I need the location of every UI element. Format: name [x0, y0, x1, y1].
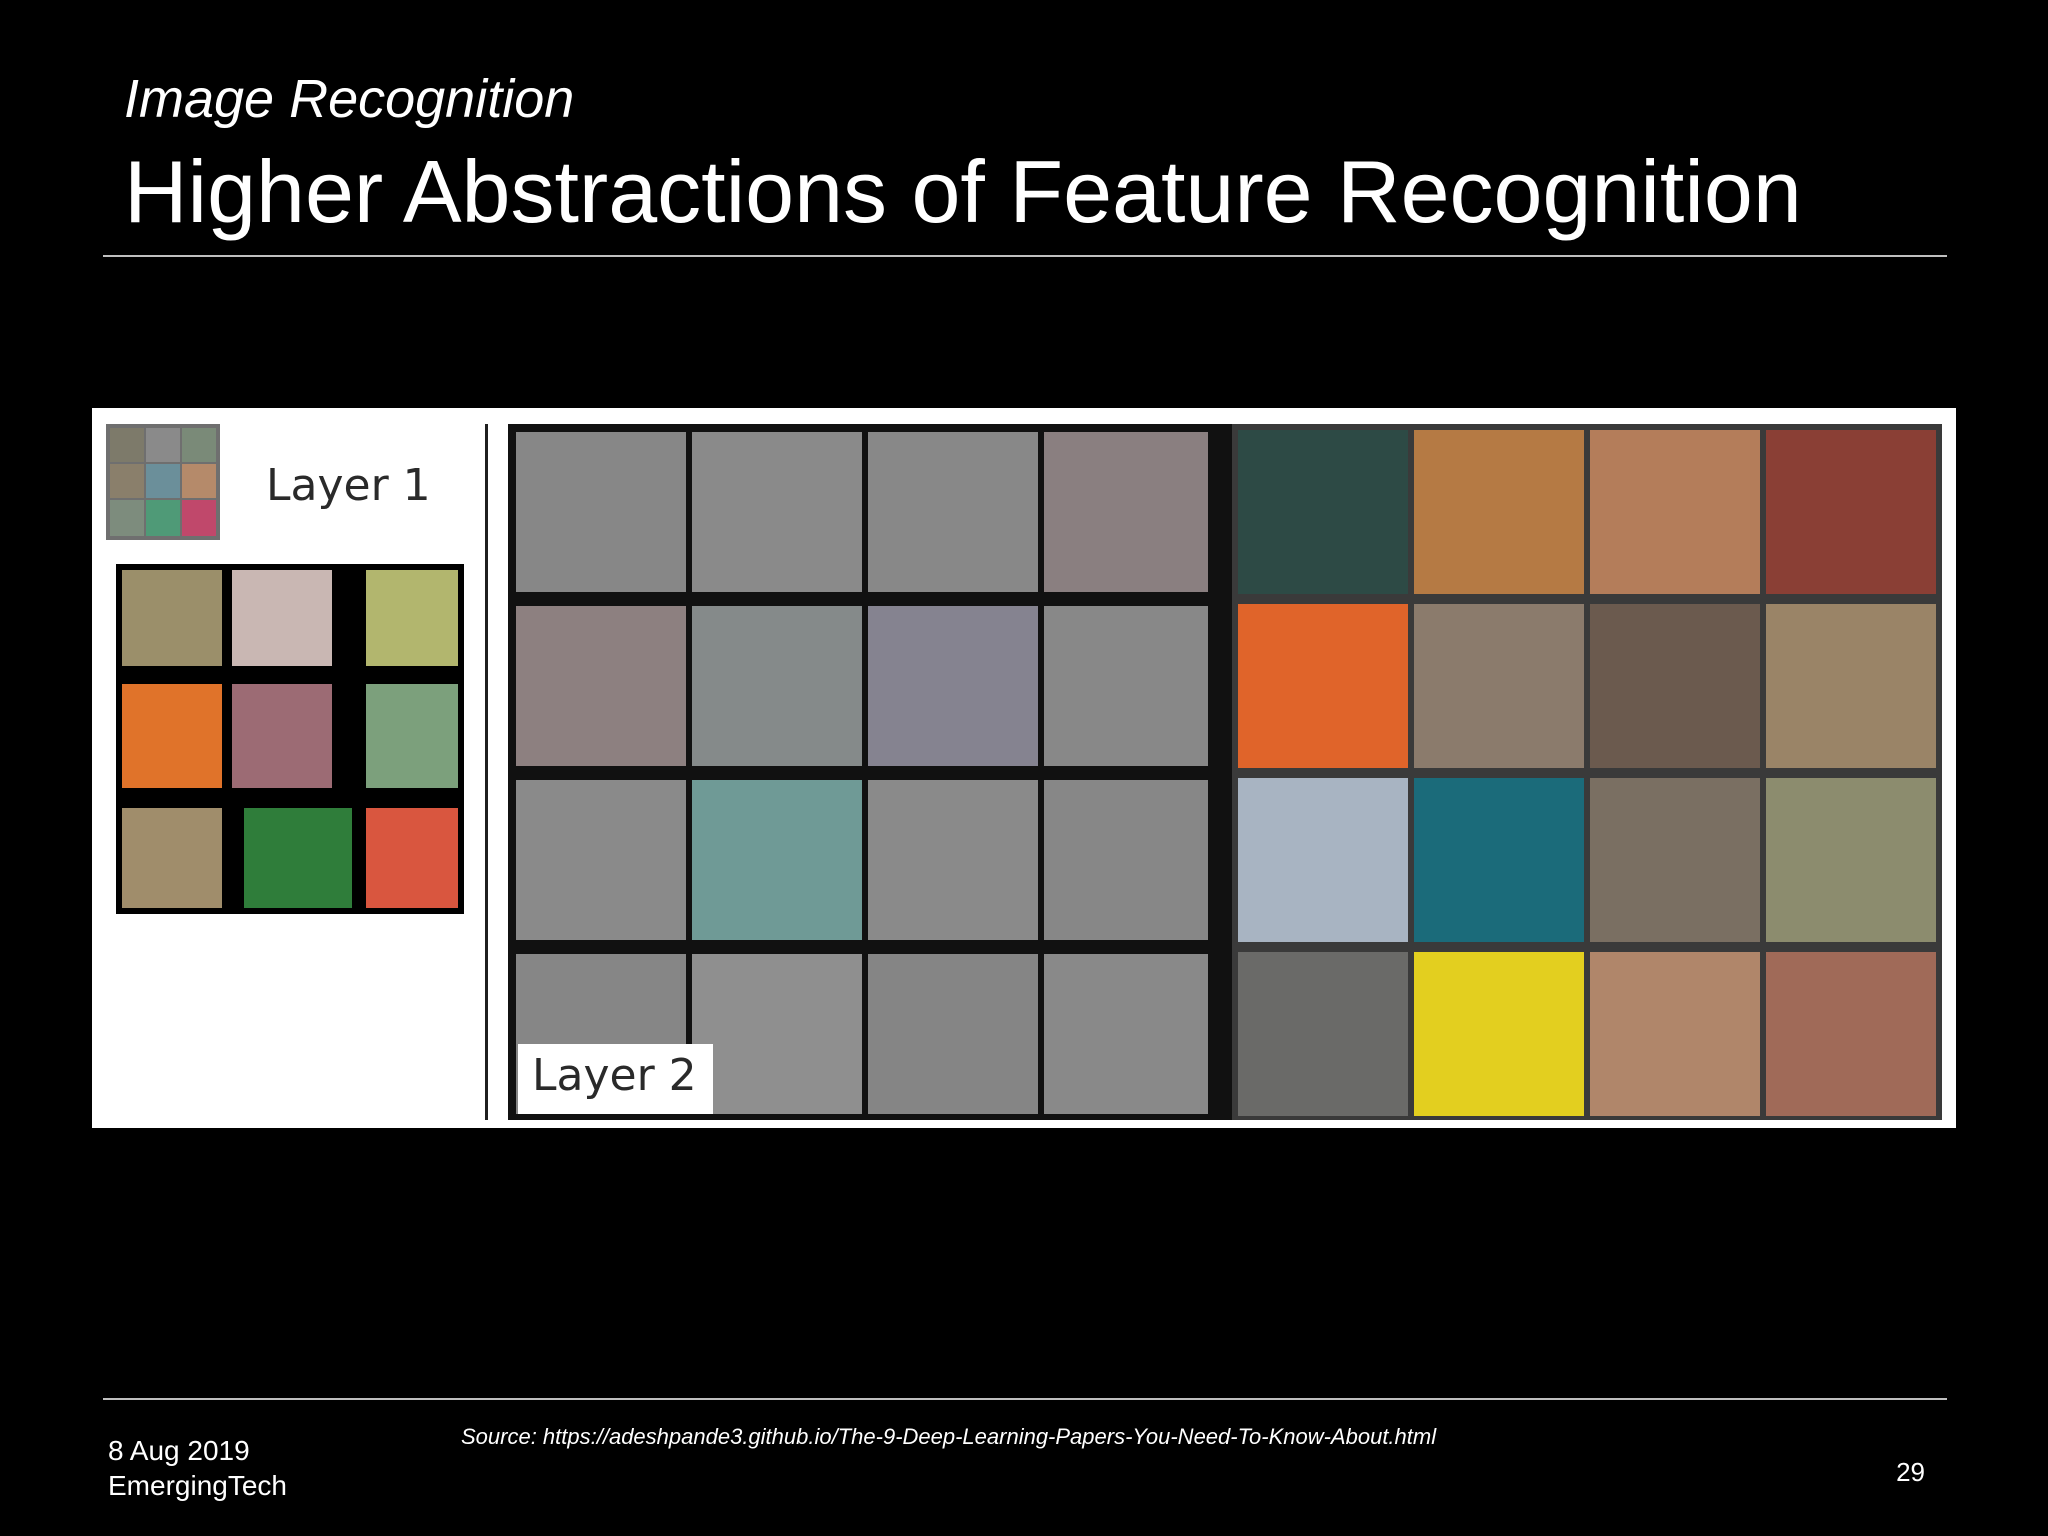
layer2-filter-grid — [508, 424, 1312, 1120]
footer-organization: EmergingTech — [108, 1470, 287, 1501]
footer-info: 8 Aug 2019 EmergingTech — [108, 1433, 287, 1503]
slide-subtitle: Image Recognition — [124, 69, 575, 129]
layer2-label: Layer 2 — [518, 1044, 713, 1114]
source-citation: Source: https://adeshpande3.github.io/Th… — [461, 1424, 1437, 1449]
layer2-image-patches — [1232, 424, 1942, 1120]
layer1-image-patches — [116, 564, 464, 914]
feature-visualization-graphic — [106, 424, 1942, 1120]
footer-divider — [103, 1398, 1947, 1400]
layer1-filter-grid — [106, 424, 220, 540]
title-divider — [103, 255, 1947, 257]
slide-title: Higher Abstractions of Feature Recogniti… — [124, 142, 1802, 241]
page-number: 29 — [1896, 1457, 1925, 1487]
feature-visualization-figure: Layer 1 Layer 2 — [92, 408, 1956, 1128]
layer1-label: Layer 1 — [266, 460, 431, 511]
footer-date: 8 Aug 2019 — [108, 1435, 250, 1466]
